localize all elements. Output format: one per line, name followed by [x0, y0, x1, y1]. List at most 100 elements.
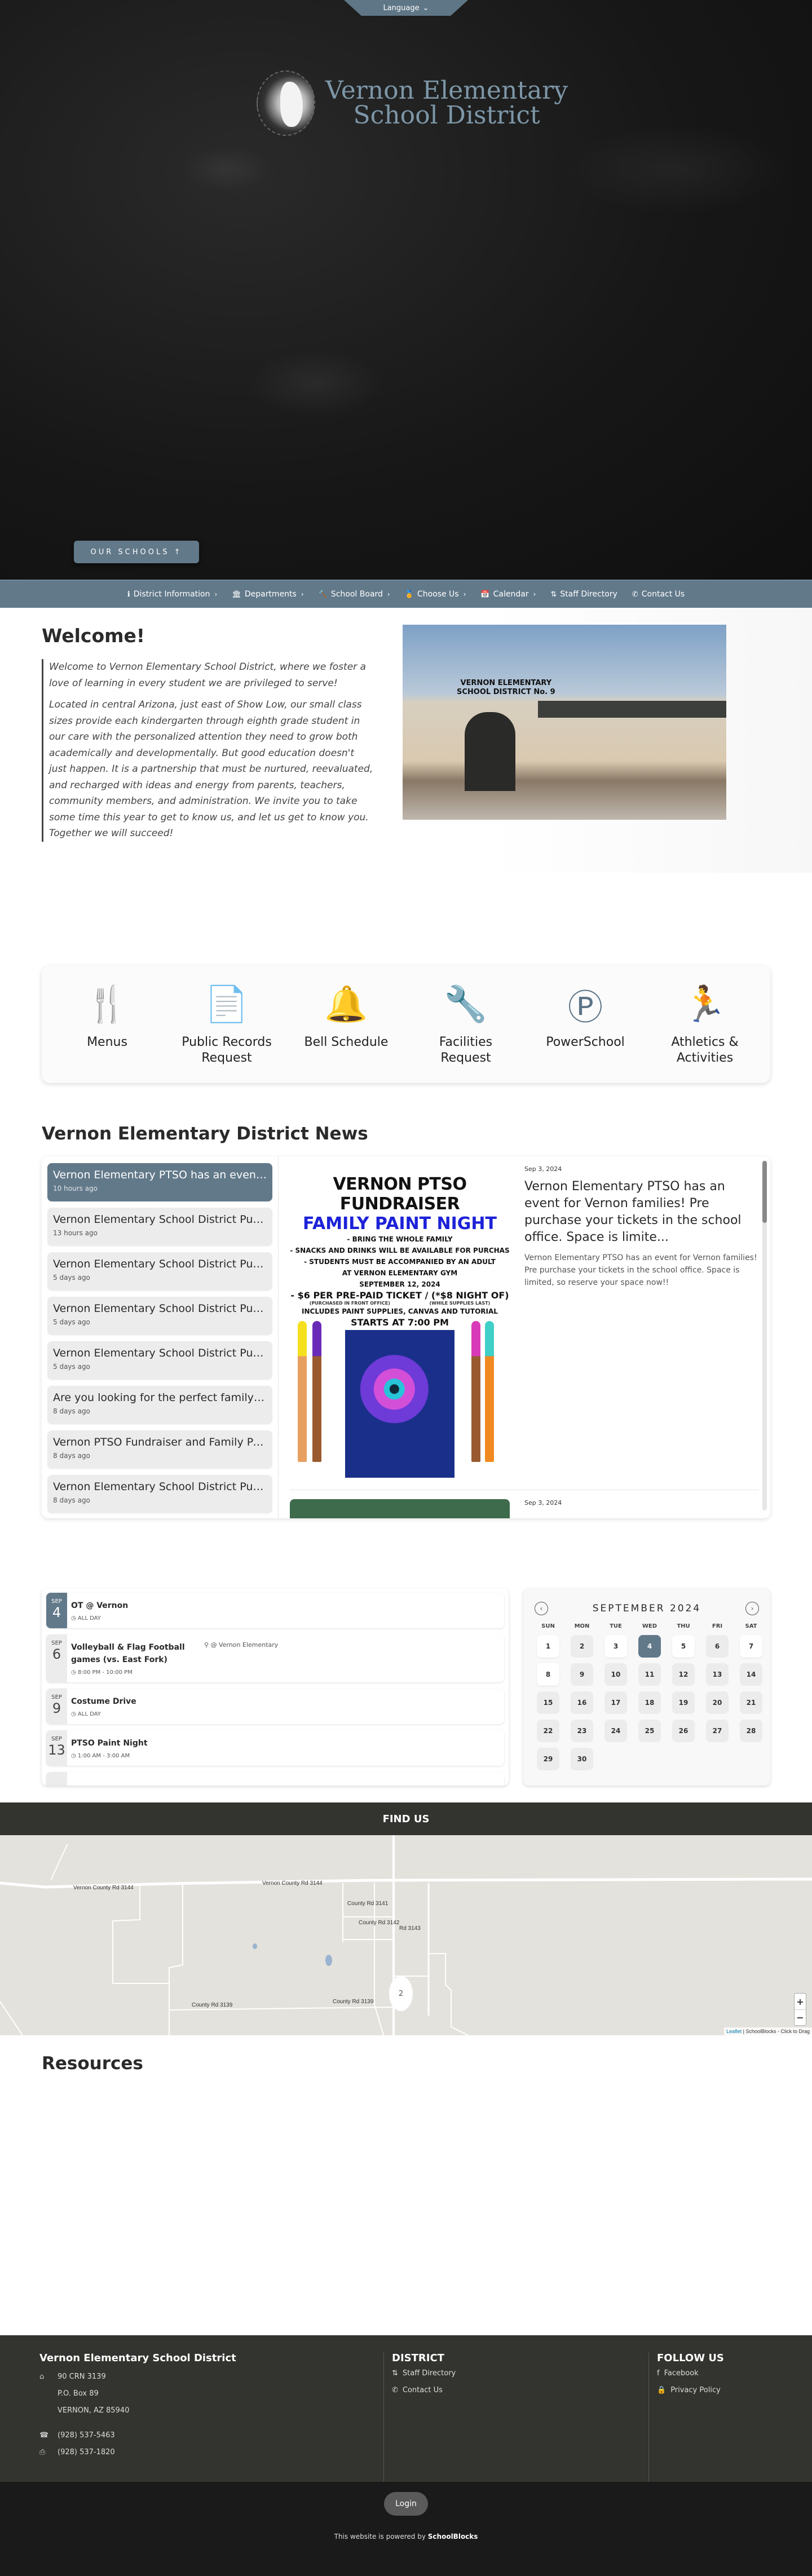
news-item[interactable]: Vernon PTSO Fundraiser and Family Paint …: [47, 1430, 272, 1469]
calendar-day[interactable]: 17: [604, 1691, 627, 1714]
event-item[interactable]: SEP 9 Costume Drive ◷ ALL DAY: [46, 1689, 504, 1724]
nav-item-school-board[interactable]: 🔨 School Board ›: [319, 590, 390, 599]
news-scrollbar[interactable]: [762, 1161, 767, 1510]
quick-link-powerschool[interactable]: Ⓟ PowerSchool: [532, 982, 639, 1050]
news-item[interactable]: Are you looking for the perfect family a…: [47, 1386, 272, 1424]
calendar-day[interactable]: 23: [571, 1720, 593, 1742]
calendar-day[interactable]: 26: [672, 1720, 695, 1742]
news-item[interactable]: Vernon Elementary School District Public…: [47, 1475, 272, 1513]
zoom-out-button[interactable]: −: [795, 2009, 806, 2025]
news-item[interactable]: Vernon Elementary School District Public…: [47, 1341, 272, 1380]
calendar-day[interactable]: 16: [571, 1691, 593, 1714]
flyer-line: SEPTEMBER 12, 2024: [359, 1280, 440, 1288]
calendar-day[interactable]: 13: [706, 1663, 729, 1686]
article-body: Vernon Elementary PTSO has an event for …: [524, 1253, 757, 1287]
flyer-line: - SNACKS AND DRINKS WILL BE AVAILABLE FO…: [290, 1247, 510, 1254]
news-article[interactable]: VERNON PTSO FUNDRAISER FAMILY PAINT NIGH…: [290, 1163, 759, 1490]
language-selector[interactable]: Language ⌄: [344, 0, 468, 16]
footer-link-facebook[interactable]: f Facebook: [657, 2365, 773, 2382]
our-schools-button[interactable]: OUR SCHOOLS ↑: [74, 541, 199, 563]
calendar-day[interactable]: 2: [571, 1635, 593, 1658]
calendar-day[interactable]: 10: [604, 1663, 627, 1686]
nav-item-staff-directory[interactable]: ⇅ Staff Directory: [550, 590, 617, 599]
news-item[interactable]: Vernon Elementary PTSO has an event for …: [47, 1163, 272, 1201]
calendar-day[interactable]: 20: [706, 1691, 729, 1714]
calendar-day[interactable]: 5: [672, 1635, 695, 1658]
quick-link-public-records[interactable]: 📄 Public Records Request: [173, 982, 280, 1066]
calendar-day[interactable]: 3: [604, 1635, 627, 1658]
quick-link-facilities[interactable]: 🔧 Facilities Request: [412, 982, 519, 1066]
event-item[interactable]: SEP 13 PTSO Paint Night ◷ 1:00 AM - 3:00…: [46, 1730, 504, 1766]
footer-phone[interactable]: (928) 537-5463: [58, 2427, 115, 2444]
event-item[interactable]: SEP 4 OT @ Vernon ◷ ALL DAY: [46, 1593, 504, 1628]
login-button[interactable]: Login: [384, 2492, 428, 2516]
calendar-day[interactable]: 19: [672, 1691, 695, 1714]
zoom-in-button[interactable]: +: [795, 1994, 806, 2009]
event-time: ALL DAY: [77, 1615, 101, 1621]
calendar-day[interactable]: 1: [537, 1635, 559, 1658]
footer-link-privacy-policy[interactable]: 🔒 Privacy Policy: [657, 2382, 773, 2399]
news-article[interactable]: Sep 3, 2024: [290, 1490, 759, 1518]
nav-label: Calendar: [493, 590, 529, 599]
news-item-title: Vernon Elementary School District Public…: [53, 1481, 267, 1493]
nav-item-departments[interactable]: 🏛 Departments ›: [232, 590, 303, 599]
calendar-day[interactable]: 21: [740, 1691, 762, 1714]
calendar-day[interactable]: 6: [706, 1635, 729, 1658]
footer-address: 90 CRN 3139: [58, 2372, 106, 2381]
paintbrush: [298, 1321, 307, 1462]
event-item[interactable]: [46, 1772, 504, 1786]
quick-link-bell-schedule[interactable]: 🔔 Bell Schedule: [293, 982, 400, 1050]
calendar-day[interactable]: 24: [604, 1720, 627, 1742]
nav-item-choose-us[interactable]: 🏅 Choose Us ›: [405, 590, 466, 599]
nav-item-contact-us[interactable]: ✆ Contact Us: [632, 590, 685, 599]
footer-link-contact-us[interactable]: ✆ Contact Us: [392, 2382, 648, 2399]
schoolblocks-link[interactable]: SchoolBlocks: [428, 2533, 478, 2540]
calendar-day[interactable]: 11: [638, 1663, 661, 1686]
leaflet-link[interactable]: Leaflet: [726, 2029, 742, 2034]
calendar-day[interactable]: 9: [571, 1663, 593, 1686]
chevron-right-icon: ›: [533, 590, 536, 598]
footer-link-staff-directory[interactable]: ⇅ Staff Directory: [392, 2365, 648, 2382]
event-time: 1:00 AM - 3:00 AM: [77, 1753, 130, 1759]
news-item[interactable]: Vernon Elementary School District Public…: [47, 1297, 272, 1335]
map-marker-cluster[interactable]: 2: [389, 1976, 413, 2011]
calendar-day-today[interactable]: 4: [638, 1635, 661, 1658]
calendar-day[interactable]: 27: [706, 1720, 729, 1742]
event-item[interactable]: SEP 6 Volleyball & Flag Football games (…: [46, 1634, 504, 1682]
event-date-badge: [46, 1772, 67, 1786]
calendar-day[interactable]: 7: [740, 1635, 762, 1658]
district-logo[interactable]: Vernon Elementary School District: [257, 70, 568, 136]
calendar-prev-button[interactable]: ‹: [535, 1602, 548, 1615]
footer-link-label: Facebook: [664, 2369, 699, 2378]
calendar-day[interactable]: 30: [571, 1748, 593, 1770]
welcome-section: Welcome! Welcome to Vernon Elementary Sc…: [0, 608, 812, 873]
nav-item-calendar[interactable]: 📅 Calendar ›: [480, 590, 536, 599]
calendar-day[interactable]: 14: [740, 1663, 762, 1686]
calendar-day[interactable]: 18: [638, 1691, 661, 1714]
calendar-day[interactable]: 22: [537, 1720, 559, 1742]
scrollbar-thumb[interactable]: [762, 1161, 767, 1223]
nav-item-district-information[interactable]: ℹ District Information ›: [127, 590, 218, 599]
calendar-day[interactable]: 28: [740, 1720, 762, 1742]
calendar-day[interactable]: 25: [638, 1720, 661, 1742]
calendar-day[interactable]: 15: [537, 1691, 559, 1714]
quick-link-athletics[interactable]: 🏃 Athletics & Activities: [651, 982, 758, 1066]
event-title: PTSO Paint Night: [71, 1739, 148, 1748]
owl-painting: [345, 1330, 454, 1478]
news-item-time: 10 hours ago: [53, 1185, 98, 1192]
welcome-title: Welcome!: [42, 625, 145, 647]
map-road-label: County Rd 3142: [359, 1920, 400, 1926]
nav-label: Staff Directory: [560, 590, 617, 599]
calendar-day[interactable]: 12: [672, 1663, 695, 1686]
quick-link-menus[interactable]: 🍴 Menus: [54, 982, 161, 1050]
calendar-weekday-header: THU: [677, 1623, 690, 1629]
news-item[interactable]: Vernon Elementary School District Public…: [47, 1208, 272, 1246]
location-map[interactable]: Vernon County Rd 3144 Vernon County Rd 3…: [0, 1835, 812, 2035]
calendar-day[interactable]: 29: [537, 1748, 559, 1770]
lock-icon: 🔒: [657, 2386, 667, 2394]
calendar-next-button[interactable]: ›: [745, 1602, 759, 1615]
facebook-icon: f: [657, 2369, 660, 2378]
calendar-day[interactable]: 8: [537, 1663, 559, 1686]
article-headline[interactable]: Vernon Elementary PTSO has an event for …: [524, 1178, 759, 1246]
news-item[interactable]: Vernon Elementary School District Public…: [47, 1252, 272, 1291]
